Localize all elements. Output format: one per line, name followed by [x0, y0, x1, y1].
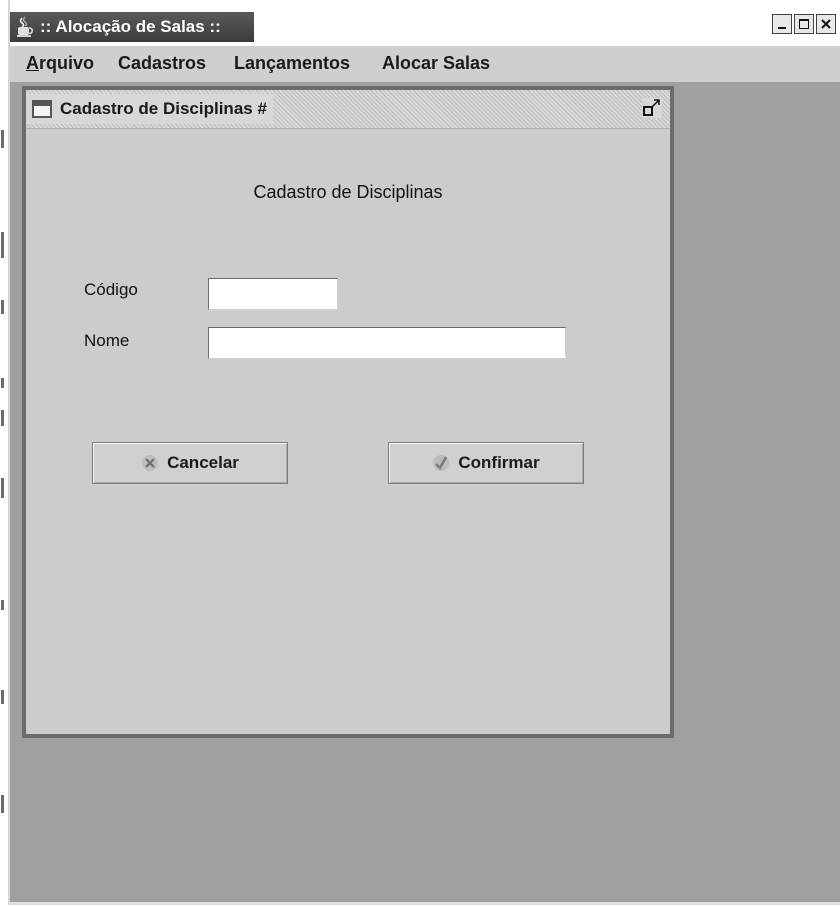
internal-frame-cadastro-disciplinas: Cadastro de Disciplinas # Cadastro de Di…	[22, 86, 674, 738]
menu-alocar-salas[interactable]: Alocar Salas	[382, 53, 490, 74]
internal-frame-content: Cadastro de Disciplinas # Cadastro de Di…	[26, 90, 670, 734]
menu-lancamentos[interactable]: Lançamentos	[234, 53, 350, 74]
codigo-input[interactable]	[208, 278, 338, 310]
background-window-edge	[0, 0, 8, 907]
maximize-icon	[799, 19, 809, 29]
nome-label: Nome	[84, 331, 130, 350]
app-window: :: Alocação de Salas :: Arquivo Cadastro…	[8, 0, 840, 905]
codigo-label: Código	[84, 280, 138, 299]
checkmark-icon	[433, 455, 450, 471]
screenshot: :: Alocação de Salas :: Arquivo Cadastro…	[0, 0, 840, 907]
bottom-edge	[10, 902, 840, 905]
menu-cadastros[interactable]: Cadastros	[118, 53, 206, 74]
confirm-button[interactable]: Confirmar	[388, 442, 584, 484]
minimize-button[interactable]	[772, 14, 792, 34]
minimize-icon	[778, 27, 786, 29]
menu-arquivo[interactable]: Arquivo	[26, 53, 94, 74]
window-controls	[772, 14, 836, 34]
maximize-button[interactable]	[794, 14, 814, 34]
close-icon	[821, 19, 831, 29]
cancel-button-label: Cancelar	[167, 453, 239, 472]
menu-arquivo-mnemonic: A	[26, 53, 39, 73]
close-button[interactable]	[816, 14, 836, 34]
internal-frame-title-area: Cadastro de Disciplinas #	[26, 94, 273, 124]
internal-frame-title: Cadastro de Disciplinas #	[60, 99, 267, 118]
app-title: :: Alocação de Salas ::	[40, 17, 221, 36]
form-heading: Cadastro de Disciplinas	[253, 182, 443, 202]
nome-input[interactable]	[208, 327, 566, 359]
menu-bar: Arquivo Cadastros Lançamentos Alocar Sal…	[10, 46, 840, 82]
app-title-bar[interactable]: :: Alocação de Salas ::	[10, 0, 840, 46]
internal-frame-title-bar[interactable]: Cadastro de Disciplinas #	[26, 90, 670, 129]
java-cup-icon	[17, 16, 33, 37]
x-circle-icon	[142, 455, 159, 471]
confirm-button-label: Confirmar	[458, 453, 540, 472]
cancel-button[interactable]: Cancelar	[92, 442, 288, 484]
frame-window-icon	[32, 100, 52, 118]
restore-icon[interactable]	[642, 98, 662, 118]
desktop-pane: Cadastro de Disciplinas # Cadastro de Di…	[10, 82, 840, 905]
menu-arquivo-rest: rquivo	[39, 53, 95, 73]
